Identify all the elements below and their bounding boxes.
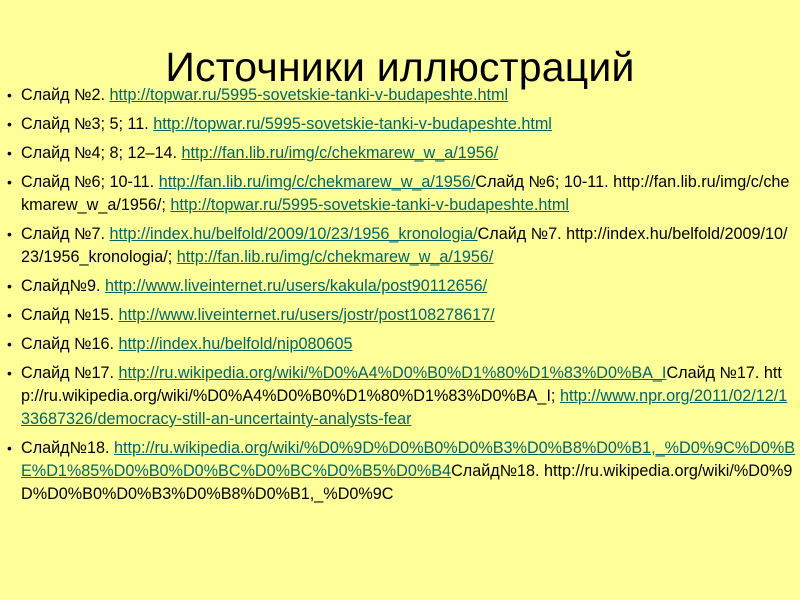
slide: Источники иллюстраций • Слайд №2. http:/…	[0, 0, 800, 600]
bullet-icon: •	[7, 87, 12, 103]
source-label: Слайд №3; 5; 11.	[21, 115, 154, 133]
source-link[interactable]: http://fan.lib.ru/img/c/chekmarew_w_a/19…	[159, 173, 476, 191]
source-item: • Слайд №3; 5; 11. http://topwar.ru/5995…	[6, 113, 796, 136]
source-item: • Слайд №7. http://index.hu/belfold/2009…	[6, 223, 796, 269]
source-label: Слайд №16.	[21, 335, 119, 353]
source-link-secondary[interactable]: http://topwar.ru/5995-sovetskie-tanki-v-…	[170, 196, 569, 214]
bullet-icon: •	[7, 336, 12, 352]
source-item: • Слайд№9. http://www.liveinternet.ru/us…	[6, 275, 796, 298]
source-link[interactable]: http://topwar.ru/5995-sovetskie-tanki-v-…	[110, 86, 509, 104]
source-link[interactable]: http://index.hu/belfold/nip080605	[119, 335, 353, 353]
source-link-secondary[interactable]: http://fan.lib.ru/img/c/chekmarew_w_a/19…	[177, 248, 494, 266]
sources-list: • Слайд №2. http://topwar.ru/5995-sovets…	[6, 84, 796, 506]
source-item: • Слайд №4; 8; 12–14. http://fan.lib.ru/…	[6, 142, 796, 165]
bullet-icon: •	[7, 440, 12, 456]
bullet-icon: •	[7, 116, 12, 132]
bullet-icon: •	[7, 365, 12, 381]
source-link[interactable]: http://www.liveinternet.ru/users/kakula/…	[105, 277, 487, 295]
source-item: • Слайд №6; 10-11. http://fan.lib.ru/img…	[6, 171, 796, 217]
source-label: Слайд№9.	[21, 277, 105, 295]
source-link[interactable]: http://index.hu/belfold/2009/10/23/1956_…	[110, 225, 478, 243]
bullet-icon: •	[7, 145, 12, 161]
source-item: • Слайд №17. http://ru.wikipedia.org/wik…	[6, 362, 796, 431]
source-item: • Слайд №15. http://www.liveinternet.ru/…	[6, 304, 796, 327]
bullet-icon: •	[7, 278, 12, 294]
source-item: • Слайд №2. http://topwar.ru/5995-sovets…	[6, 84, 796, 107]
source-link[interactable]: http://topwar.ru/5995-sovetskie-tanki-v-…	[153, 115, 552, 133]
source-item: • Слайд №16. http://index.hu/belfold/nip…	[6, 333, 796, 356]
bullet-icon: •	[7, 226, 12, 242]
source-link[interactable]: http://www.liveinternet.ru/users/jostr/p…	[119, 306, 495, 324]
bullet-icon: •	[7, 307, 12, 323]
source-link[interactable]: http://fan.lib.ru/img/c/chekmarew_w_a/19…	[182, 144, 499, 162]
sources-content: • Слайд №2. http://topwar.ru/5995-sovets…	[6, 84, 796, 512]
source-item: • Слайд№18. http://ru.wikipedia.org/wiki…	[6, 437, 796, 506]
source-label: Слайд №4; 8; 12–14.	[21, 144, 182, 162]
source-label: Слайд №15.	[21, 306, 119, 324]
source-label: Слайд№18.	[21, 439, 114, 457]
source-link[interactable]: http://ru.wikipedia.org/wiki/%D0%A4%D0%B…	[119, 364, 667, 382]
source-label: Слайд №6; 10-11.	[21, 173, 159, 191]
source-label: Слайд №17.	[21, 364, 119, 382]
source-label: Слайд №2.	[21, 86, 110, 104]
source-label: Слайд №7.	[21, 225, 110, 243]
bullet-icon: •	[7, 174, 12, 190]
